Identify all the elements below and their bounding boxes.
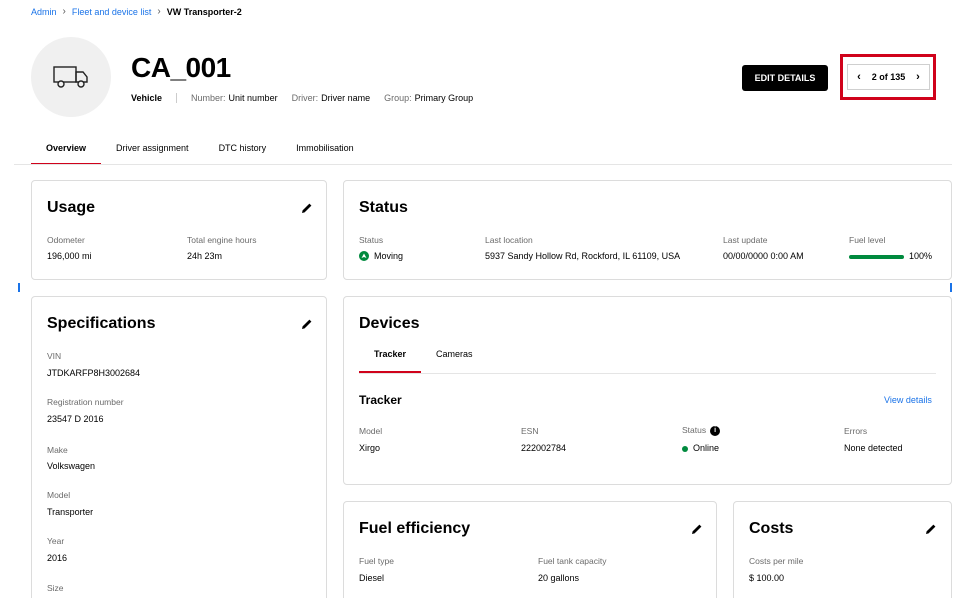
device-status-label: Status — [682, 425, 707, 435]
group-label: Group: — [384, 93, 412, 103]
driver-value: Driver name — [321, 93, 371, 103]
status-title: Status — [359, 199, 408, 216]
breadcrumb-current: VW Transporter-2 — [166, 6, 242, 17]
costs-card: Costs Costs per mile $ 100.00 — [733, 501, 952, 598]
pencil-icon[interactable] — [300, 201, 314, 215]
number-value: Unit number — [228, 93, 278, 103]
fuel-efficiency-title: Fuel efficiency — [359, 520, 471, 537]
tab-dtc-history[interactable]: DTC history — [204, 141, 282, 165]
registration-value: 23547 D 2016 — [47, 414, 104, 424]
pager-count: 2 of 135 — [871, 72, 906, 82]
tab-immobilisation[interactable]: Immobilisation — [281, 141, 369, 165]
vehicle-avatar — [31, 37, 111, 117]
size-label: Size — [47, 583, 64, 593]
specifications-card: Specifications VIN JTDKARFP8H3002684 Reg… — [31, 296, 327, 598]
costs-title: Costs — [749, 520, 794, 537]
chevron-right-icon[interactable]: › — [911, 67, 925, 87]
devices-title: Devices — [359, 315, 420, 332]
registration-label: Registration number — [47, 397, 124, 407]
vehicle-pager: ‹ 2 of 135 › — [847, 64, 930, 90]
devices-card: Devices Tracker Cameras Tracker View det… — [343, 296, 952, 485]
model-label: Model — [47, 490, 71, 500]
tab-driver-assignment[interactable]: Driver assignment — [101, 141, 204, 165]
chevron-right-icon: › — [62, 6, 66, 17]
errors-label: Errors — [844, 426, 868, 436]
tank-capacity-label: Fuel tank capacity — [538, 556, 607, 566]
tabs-divider — [14, 164, 952, 165]
breadcrumb-admin[interactable]: Admin — [31, 7, 57, 17]
status-label: Status — [359, 235, 384, 245]
model-value: Xirgo — [359, 443, 381, 453]
device-status-value: Online — [693, 443, 720, 453]
chevron-left-icon[interactable]: ‹ — [852, 67, 866, 87]
page-title: CA_001 — [131, 52, 231, 83]
fuel-level-label: Fuel level — [849, 235, 886, 245]
tab-tracker[interactable]: Tracker — [359, 349, 422, 373]
vin-label: VIN — [47, 351, 62, 361]
number-label: Number: — [191, 93, 226, 103]
chevron-right-icon: › — [157, 6, 161, 17]
breadcrumb: Admin › Fleet and device list › VW Trans… — [31, 6, 242, 17]
vin-value: JTDKARFP8H3002684 — [47, 368, 141, 378]
edit-details-button[interactable]: EDIT DETAILS — [742, 65, 828, 91]
errors-value: None detected — [844, 443, 903, 453]
device-tabs-divider — [359, 373, 936, 374]
divider — [176, 93, 178, 103]
model-label: Model — [359, 426, 383, 436]
pencil-icon[interactable] — [300, 317, 314, 331]
driver-label: Driver: — [291, 93, 319, 103]
cost-per-mile-value: $ 100.00 — [749, 573, 785, 583]
scroll-edge-marker — [18, 283, 20, 292]
last-update-value: 00/00/0000 0:00 AM — [723, 251, 804, 261]
status-card: Status Status Moving Last location 5937 … — [343, 180, 952, 280]
engine-hours-value: 24h 23m — [187, 251, 223, 261]
year-value: 2016 — [47, 553, 68, 563]
fuel-level-value: 100% — [909, 251, 933, 261]
last-update-label: Last update — [723, 235, 768, 245]
tab-cameras[interactable]: Cameras — [421, 349, 488, 373]
scroll-edge-marker — [950, 283, 952, 292]
device-tabs: Tracker Cameras — [359, 349, 488, 373]
device-status-value-wrap: Online — [682, 443, 719, 453]
year-label: Year — [47, 536, 65, 546]
pencil-icon[interactable] — [924, 522, 938, 536]
online-dot-icon — [682, 445, 688, 452]
fuel-type-value: Diesel — [359, 573, 385, 583]
odometer-label: Odometer — [47, 235, 85, 245]
vehicle-meta: Vehicle Number: Unit number Driver: Driv… — [131, 93, 487, 103]
esn-value: 222002784 — [521, 443, 567, 453]
engine-hours-label: Total engine hours — [187, 235, 257, 245]
usage-title: Usage — [47, 199, 96, 216]
make-value: Volkswagen — [47, 461, 96, 471]
cost-per-mile-label: Costs per mile — [749, 556, 804, 566]
tank-capacity-value: 20 gallons — [538, 573, 580, 583]
moving-icon — [359, 251, 369, 261]
fuel-efficiency-card: Fuel efficiency Fuel type Diesel Fuel ta… — [343, 501, 717, 598]
truck-icon — [53, 66, 88, 88]
info-icon[interactable]: i — [710, 425, 721, 436]
view-details-link[interactable]: View details — [884, 395, 932, 405]
status-text: Moving — [374, 251, 404, 261]
last-location-value: 5937 Sandy Hollow Rd, Rockford, IL 61109… — [485, 251, 681, 261]
vehicle-type: Vehicle — [131, 93, 163, 103]
fuel-level-bar — [849, 255, 904, 259]
fuel-type-label: Fuel type — [359, 556, 394, 566]
status-value: Moving — [359, 251, 403, 261]
tracker-title: Tracker — [359, 393, 402, 407]
breadcrumb-fleet-list[interactable]: Fleet and device list — [72, 7, 152, 17]
specifications-title: Specifications — [47, 315, 156, 332]
make-label: Make — [47, 445, 68, 455]
group-value: Primary Group — [414, 93, 474, 103]
device-status-label-wrap: Status i — [682, 425, 721, 436]
pencil-icon[interactable] — [690, 522, 704, 536]
usage-card: Usage Odometer 196,000 mi Total engine h… — [31, 180, 327, 280]
main-tabs: Overview Driver assignment DTC history I… — [31, 141, 369, 165]
esn-label: ESN — [521, 426, 539, 436]
model-value: Transporter — [47, 507, 94, 517]
tab-overview[interactable]: Overview — [31, 141, 102, 165]
odometer-value: 196,000 mi — [47, 251, 92, 261]
last-location-label: Last location — [485, 235, 533, 245]
